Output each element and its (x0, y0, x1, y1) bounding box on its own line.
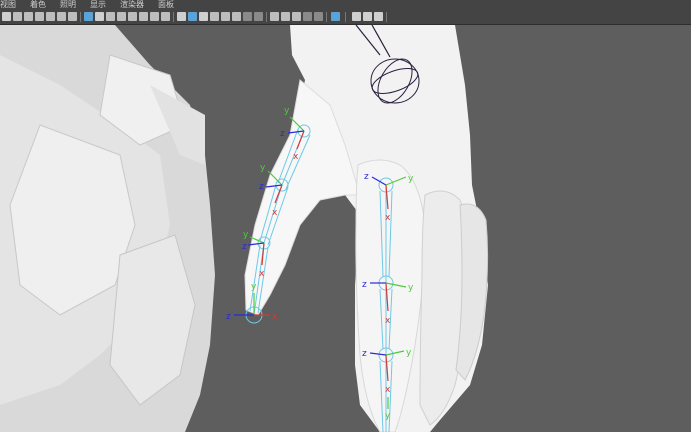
panel-toolbar (0, 10, 691, 25)
ambient-occlusion-icon[interactable] (254, 12, 263, 21)
gamma-icon[interactable] (314, 12, 323, 21)
motion-blur-icon[interactable] (270, 12, 279, 21)
axis-x-label: x (385, 316, 391, 326)
axis-y-label: y (243, 230, 249, 240)
shadows-icon[interactable] (243, 12, 252, 21)
textures-icon[interactable] (221, 12, 230, 21)
axis-z-label: z (259, 182, 264, 192)
isolate-select-icon[interactable] (177, 12, 186, 21)
menu-renderer[interactable]: 渲染器 (120, 0, 144, 10)
flat-shade-icon[interactable] (117, 12, 126, 21)
menu-view[interactable]: 视图 (0, 0, 16, 10)
3d-viewport[interactable]: y z x y z x y z x y z x y z x y z x y z … (0, 25, 691, 432)
menu-show[interactable]: 显示 (90, 0, 106, 10)
axis-z-label: z (362, 349, 367, 359)
exposure-icon[interactable] (303, 12, 312, 21)
layout-quad-icon[interactable] (363, 12, 372, 21)
axis-x-label: x (259, 269, 265, 279)
depth-of-field-icon[interactable] (292, 12, 301, 21)
axis-z-label: z (280, 129, 285, 139)
safe-action-icon[interactable] (161, 12, 170, 21)
menu-panels[interactable]: 面板 (158, 0, 174, 10)
axis-y-label: y (408, 174, 414, 184)
axis-x-label: x (272, 208, 278, 218)
axis-y-label: y (385, 411, 391, 421)
layout-single-icon[interactable] (352, 12, 361, 21)
axis-z-label: z (364, 172, 369, 182)
viewport-menu-bar: 视图 着色 照明 显示 渲染器 面板 (0, 0, 691, 10)
axis-x-label: x (293, 152, 299, 162)
anti-alias-icon[interactable] (281, 12, 290, 21)
xray-joints-icon[interactable] (199, 12, 208, 21)
toolbar-separator (80, 12, 81, 22)
axis-z-label: z (362, 280, 367, 290)
bounding-box-icon[interactable] (106, 12, 115, 21)
gate-mask-icon[interactable] (139, 12, 148, 21)
axis-x-label: x (272, 312, 278, 322)
viewport-canvas[interactable]: y z x y z x y z x y z x y z x y z x y z … (0, 25, 691, 432)
toolbar-separator (173, 12, 174, 22)
camera-icon[interactable] (2, 12, 11, 21)
2d-pan-zoom-icon[interactable] (57, 12, 66, 21)
layout-persp-icon[interactable] (374, 12, 383, 21)
bookmark-icon[interactable] (24, 12, 33, 21)
xray-icon[interactable] (188, 12, 197, 21)
axis-y-label: y (284, 106, 290, 116)
smooth-shade-icon[interactable] (95, 12, 104, 21)
menu-lighting[interactable]: 照明 (60, 0, 76, 10)
axis-z-label: z (242, 242, 247, 252)
grid-icon[interactable] (46, 12, 55, 21)
axis-z-label: z (226, 312, 231, 322)
axis-y-label: y (406, 348, 412, 358)
axis-y-label: y (251, 282, 257, 292)
axis-x-label: x (385, 213, 391, 223)
color-management-icon[interactable] (331, 12, 340, 21)
axis-y-label: y (408, 283, 414, 293)
toolbar-separator (266, 12, 267, 22)
axis-y-label: y (260, 163, 266, 173)
default-material-icon[interactable] (210, 12, 219, 21)
wireframe-icon[interactable] (84, 12, 93, 21)
lights-icon[interactable] (232, 12, 241, 21)
resolution-gate-icon[interactable] (128, 12, 137, 21)
toolbar-separator (386, 12, 387, 22)
toolbar-separator (345, 12, 346, 22)
menu-shading[interactable]: 着色 (30, 0, 46, 10)
camera-attributes-icon[interactable] (13, 12, 22, 21)
toolbar-separator (326, 12, 327, 22)
axis-x-label: x (385, 385, 391, 395)
grease-pencil-icon[interactable] (68, 12, 77, 21)
image-plane-icon[interactable] (35, 12, 44, 21)
field-chart-icon[interactable] (150, 12, 159, 21)
